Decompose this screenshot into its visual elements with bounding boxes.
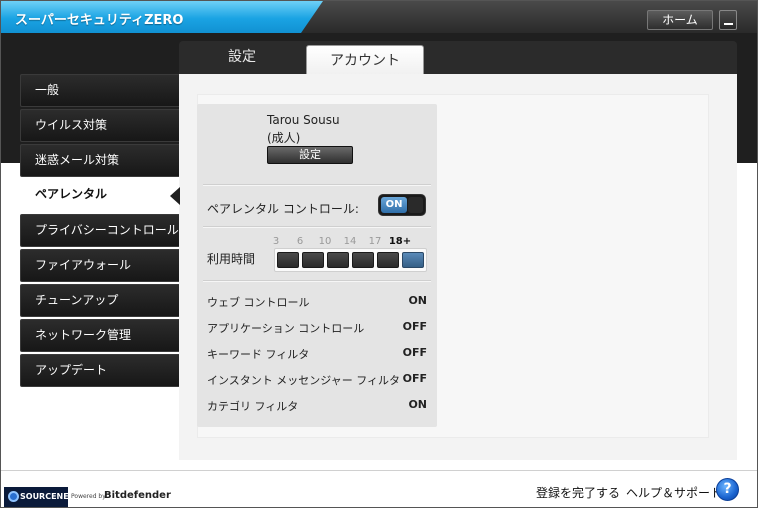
home-button[interactable]: ホーム [647,10,713,30]
feature-web-control-value[interactable]: ON [377,294,427,307]
bitdefender-logo: Bitdefender [104,490,171,501]
age-option-17[interactable] [377,252,399,268]
divider [203,184,431,186]
age-label-6: 6 [296,236,304,247]
feature-category-filter-label: カテゴリ フィルタ [207,400,299,413]
feature-im-filter-label: インスタント メッセンジャー フィルタ [207,374,401,387]
profile-name: Tarou Sousu [267,113,340,127]
sidebar-item-general[interactable]: 一般 [20,74,179,107]
sidebar-item-network[interactable]: ネットワーク管理 [20,319,179,352]
minimize-button[interactable] [719,10,737,30]
age-label-17: 17 [368,236,382,247]
sidebar-item-antispam[interactable]: 迷惑メール対策 [20,144,179,177]
feature-keyword-filter-value[interactable]: OFF [377,346,427,359]
help-support-link[interactable]: ヘルプ＆サポート [626,484,722,501]
feature-app-control-value[interactable]: OFF [377,320,427,333]
age-option-3[interactable] [277,252,299,268]
age-label-10: 10 [318,236,332,247]
complete-registration-link[interactable]: 登録を完了する [536,484,620,501]
divider [203,280,431,282]
help-icon[interactable]: ? [716,478,739,501]
parental-control-label: ペアレンタル コントロール: [207,202,359,216]
sidebar-item-parental[interactable]: ペアレンタル [21,179,179,212]
sourcenext-logo[interactable]: SOURCENEXT [4,487,80,507]
footer: SOURCENEXT Powered by Bitdefender 登録を完了す… [1,470,757,507]
powered-by-text: Powered by [71,493,106,500]
toggle-state: ON [381,197,407,213]
toggle-knob [408,197,423,213]
usage-time-label: 利用時間 [207,252,256,266]
title-bar: スーパーセキュリティZERO ホーム [1,1,757,33]
age-label-14: 14 [343,236,357,247]
profile-settings-button[interactable]: 設定 [267,146,353,164]
age-option-18plus[interactable] [402,252,424,268]
age-option-10[interactable] [327,252,349,268]
age-selector [274,248,427,272]
sidebar-item-tuneup[interactable]: チューンアップ [20,284,179,317]
feature-im-filter-value[interactable]: OFF [377,372,427,385]
sidebar-item-firewall[interactable]: ファイアウォール [20,249,179,282]
tab-account[interactable]: アカウント [306,45,424,75]
divider [203,226,431,228]
tab-settings[interactable]: 設定 [179,41,305,74]
sidebar-item-privacy[interactable]: プライバシーコントロール [20,214,179,247]
app-title: スーパーセキュリティZERO [15,13,184,28]
app-window: スーパーセキュリティZERO ホーム 設定 アカウント Tarou Sousu … [0,0,758,508]
feature-category-filter-value[interactable]: ON [377,398,427,411]
feature-keyword-filter-label: キーワード フィルタ [207,348,310,361]
active-indicator-arrow [170,187,180,205]
minimize-icon [724,23,733,25]
profile-type: (成人) [267,131,301,145]
age-option-6[interactable] [302,252,324,268]
feature-web-control-label: ウェブ コントロール [207,296,310,309]
sidebar-item-antivirus[interactable]: ウイルス対策 [20,109,179,142]
sourcenext-logo-icon [8,491,19,502]
age-label-3: 3 [272,236,280,247]
tab-bar: 設定 アカウント [179,41,737,75]
feature-app-control-label: アプリケーション コントロール [207,322,365,335]
age-option-14[interactable] [352,252,374,268]
parental-settings-card: Tarou Sousu (成人) 設定 ペアレンタル コントロール: ON 利用… [197,104,437,427]
parental-control-toggle[interactable]: ON [378,194,426,216]
age-label-18plus: 18+ [388,236,412,247]
sidebar-item-update[interactable]: アップデート [20,354,179,387]
